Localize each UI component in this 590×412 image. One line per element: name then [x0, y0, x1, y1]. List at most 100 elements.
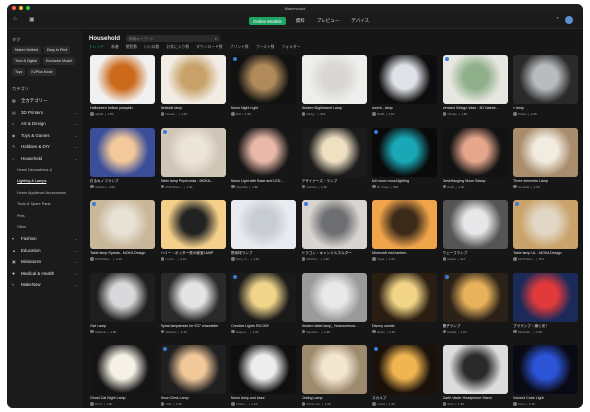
model-thumbnail[interactable] — [301, 55, 367, 104]
sidebar-item[interactable]: Home Appliance Accessories — [12, 187, 78, 199]
model-thumbnail[interactable] — [160, 127, 226, 177]
author-avatar[interactable] — [160, 112, 164, 116]
tag-chip[interactable]: Toys — [12, 68, 26, 76]
model-card[interactable]: Creative Lights RG-009 Suguru... ⤓ 1.0K — [231, 272, 296, 344]
model-thumbnail[interactable] — [372, 345, 437, 394]
model-thumbnail[interactable] — [513, 200, 578, 249]
model-thumbnail[interactable] — [90, 127, 155, 177]
model-title[interactable]: 灯るキノコランプ — [90, 179, 155, 184]
model-title[interactable]: Ceiling Lamp — [302, 396, 367, 400]
sidebar-item[interactable]: ϟ MakeNow ⌄ — [12, 279, 78, 291]
model-card[interactable]: Moon Desk Lamp JuSi ⤓ 1.3K — [160, 345, 226, 408]
author-avatar[interactable] — [513, 184, 517, 189]
model-title[interactable]: Disney candle — [372, 324, 437, 328]
model-thumbnail[interactable] — [372, 127, 437, 177]
author-name[interactable]: Printan — [448, 112, 458, 116]
author-avatar[interactable] — [231, 329, 235, 334]
sort-option[interactable]: 新着 — [111, 45, 119, 50]
author-name[interactable]: Tytkvo... — [236, 402, 247, 406]
model-title[interactable]: DeskHanging Moon Stamp — [443, 179, 508, 183]
sidebar-item[interactable]: Other — [12, 222, 78, 234]
author-name[interactable]: Dr. Dugu — [377, 185, 389, 189]
author-avatar[interactable] — [442, 402, 446, 406]
model-card[interactable]: スカルプ Lordd ⤓ 1.2K — [372, 345, 437, 408]
author-name[interactable]: JuSi — [166, 402, 172, 406]
model-card[interactable]: Disney candle Rasrc ⤓ 1.3K — [372, 272, 437, 344]
author-avatar[interactable] — [231, 184, 235, 189]
author-avatar[interactable] — [372, 184, 376, 189]
author-avatar[interactable] — [301, 184, 305, 189]
model-card[interactable]: Minecraft mini lantern Imyer ⤓ 1.2K — [372, 200, 437, 271]
model-card[interactable]: Spiral lampshade for E27 chandelier Salme… — [160, 272, 226, 344]
author-avatar[interactable] — [301, 329, 305, 334]
author-avatar[interactable] — [372, 112, 376, 116]
author-avatar[interactable] — [160, 257, 164, 261]
model-card[interactable]: Halloween hollow pumpkin nas62 ⤓ 1.5K — [90, 55, 155, 126]
author-name[interactable]: Hs28 — [377, 112, 384, 116]
model-card[interactable]: Ghost Cat Night Lamp DYoJ ⤓ 1.6K — [90, 345, 155, 408]
author-name[interactable]: Persis Tec — [307, 402, 321, 406]
sort-option[interactable]: トレンド — [89, 45, 104, 50]
zoom-window-button[interactable] — [26, 6, 30, 10]
model-card[interactable]: デザイナーズ・ランプ Cali.Mo ⤓ 1.3K — [301, 127, 367, 199]
author-avatar[interactable] — [372, 257, 376, 261]
tag-chip[interactable]: Exclusive Model — [42, 57, 75, 65]
author-name[interactable]: Create... — [166, 112, 178, 116]
author-avatar[interactable] — [90, 184, 94, 189]
model-thumbnail[interactable] — [513, 345, 578, 394]
model-card[interactable]: Bedside lamp Create... ⤓ 1.1K — [160, 55, 226, 126]
model-thumbnail[interactable] — [442, 345, 508, 394]
author-name[interactable]: MOKADes... — [95, 257, 112, 261]
model-title[interactable]: Table lamp UL - MOKA Design — [513, 251, 578, 255]
author-avatar[interactable] — [160, 329, 164, 334]
model-title[interactable]: Three elements Lamp — [513, 179, 578, 183]
sidebar-item[interactable]: ▾ Fashion ⌄ — [12, 233, 78, 245]
author-name[interactable]: Rasrc — [377, 330, 385, 334]
home-icon[interactable]: ⌂ — [13, 16, 17, 22]
model-title[interactable]: full moon mood lighting — [372, 179, 437, 183]
model-title[interactable]: lucent - lamp — [372, 106, 437, 110]
sidebar-item[interactable]: ▲ Education ⌄ — [12, 245, 78, 257]
tag-chip[interactable]: Maker Verified — [12, 46, 41, 54]
author-avatar[interactable] — [90, 257, 94, 261]
model-thumbnail[interactable] — [372, 272, 437, 322]
sort-option[interactable]: お気に入り数 — [166, 45, 189, 50]
author-name[interactable]: Rdf — [236, 112, 241, 116]
model-card[interactable]: ハリー・ポッター死の秘宝LAMP Lumin... ⤓ 2.1K — [160, 200, 226, 271]
model-title[interactable]: Table lamp Spirala - MOKA Design — [90, 251, 155, 255]
model-card[interactable]: Table lamp Peperomia - MOKA... MOKADes...… — [160, 127, 226, 199]
model-title[interactable]: Voronoi Cube Light — [513, 396, 578, 400]
model-card[interactable]: 棚子ランプ kobika ⤓ 1.1K — [442, 272, 508, 344]
author-avatar[interactable] — [301, 257, 305, 261]
model-thumbnail[interactable] — [90, 272, 155, 322]
model-thumbnail[interactable] — [513, 55, 578, 104]
model-title[interactable]: デザイナーズ・ランプ — [302, 179, 367, 184]
author-name[interactable]: Jonas30 — [518, 185, 529, 189]
model-card[interactable]: « lamp Prides ⤓ 1.0K — [513, 55, 578, 126]
model-thumbnail[interactable] — [442, 127, 508, 177]
model-title[interactable]: ハリー・ポッター死の秘宝LAMP — [161, 251, 226, 256]
model-card[interactable]: lucent - lamp Hs28 ⤓ 1.1K — [372, 55, 437, 126]
sidebar-item[interactable]: Tools & Spare Parts — [12, 199, 78, 211]
model-card[interactable]: Modern Nightstand Lamp Nedg... ⤓ 921 — [301, 55, 367, 126]
sort-option[interactable]: いいね数 — [144, 45, 159, 50]
model-title[interactable]: Creative Lights RG-009 — [231, 324, 296, 328]
author-avatar[interactable] — [231, 112, 235, 116]
sidebar-item[interactable]: ⌂ Household ⌄ — [12, 153, 78, 165]
author-avatar[interactable] — [160, 402, 164, 406]
sort-option[interactable]: ブースト数 — [256, 45, 275, 50]
author-avatar[interactable] — [513, 329, 517, 334]
nav-tab[interactable]: 資料 — [294, 17, 307, 25]
model-card[interactable]: full moon mood lighting Dr. Dugu ⤓ 818 — [372, 127, 437, 199]
tag-chip[interactable]: Easy to Print — [43, 46, 71, 54]
author-avatar[interactable] — [90, 402, 94, 406]
author-avatar[interactable] — [90, 329, 94, 334]
model-title[interactable]: ドラゴン・キャンドルホルダー — [302, 251, 367, 256]
model-thumbnail[interactable] — [372, 200, 437, 249]
model-card[interactable]: Moon Night Light Rdf ⤓ 1.6K — [231, 55, 296, 126]
sidebar-item[interactable]: Lighting & Lamps — [12, 176, 78, 188]
model-card[interactable]: ウェーブランプ kobiko ⤓ 917 — [442, 200, 508, 271]
nav-tab[interactable]: デバイス — [349, 17, 371, 25]
sort-option[interactable]: フォルダー — [282, 45, 301, 50]
model-thumbnail[interactable] — [90, 345, 155, 394]
